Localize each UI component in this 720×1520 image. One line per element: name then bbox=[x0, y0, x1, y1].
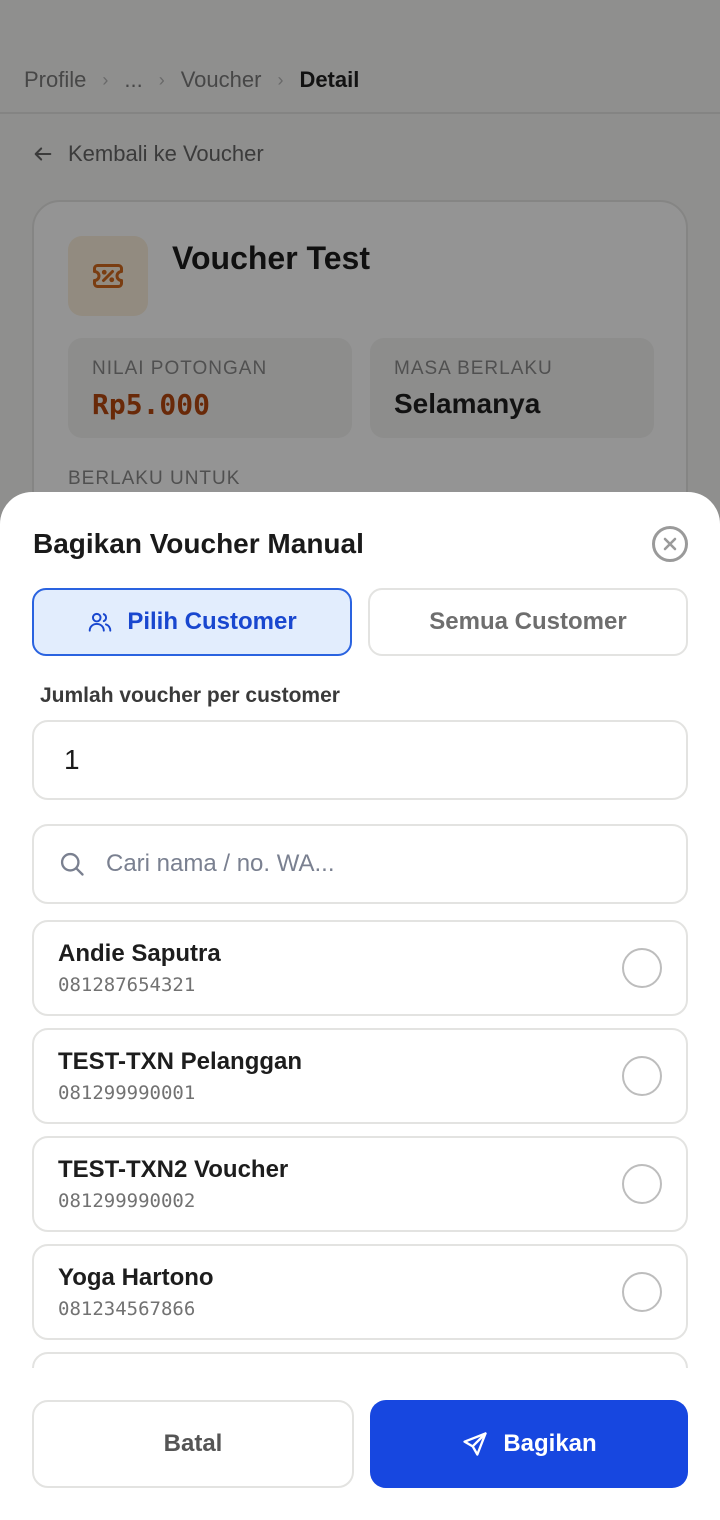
customer-list: Andie Saputra 081287654321 TEST-TXN Pela… bbox=[32, 920, 688, 1368]
share-button[interactable]: Bagikan bbox=[370, 1400, 688, 1488]
customer-select-radio[interactable] bbox=[622, 948, 662, 988]
customer-row[interactable] bbox=[32, 1352, 688, 1368]
share-voucher-sheet: Bagikan Voucher Manual Pilih Customer Se… bbox=[0, 492, 720, 1520]
quantity-input[interactable] bbox=[32, 720, 688, 800]
customer-row[interactable]: Andie Saputra 081287654321 bbox=[32, 920, 688, 1016]
quantity-label: Jumlah voucher per customer bbox=[40, 684, 340, 707]
customer-row[interactable]: Yoga Hartono 081234567866 bbox=[32, 1244, 688, 1340]
customer-row[interactable]: TEST-TXN Pelanggan 081299990001 bbox=[32, 1028, 688, 1124]
tab-pilih-customer[interactable]: Pilih Customer bbox=[32, 588, 352, 656]
customer-phone: 081234567866 bbox=[58, 1298, 196, 1320]
tab-semua-customer-label: Semua Customer bbox=[429, 608, 627, 635]
customer-name: Yoga Hartono bbox=[58, 1264, 214, 1291]
customer-row[interactable]: TEST-TXN2 Voucher 081299990002 bbox=[32, 1136, 688, 1232]
cancel-button-label: Batal bbox=[163, 1430, 223, 1457]
customer-list-viewport[interactable]: Andie Saputra 081287654321 TEST-TXN Pela… bbox=[0, 920, 720, 1368]
customer-select-radio[interactable] bbox=[622, 1164, 662, 1204]
tab-pilih-customer-label: Pilih Customer bbox=[127, 608, 297, 635]
customer-name: TEST-TXN2 Voucher bbox=[58, 1156, 289, 1183]
search-icon bbox=[60, 852, 84, 876]
customer-select-radio[interactable] bbox=[622, 1272, 662, 1312]
search-box[interactable] bbox=[32, 824, 688, 904]
tab-semua-customer[interactable]: Semua Customer bbox=[368, 588, 688, 656]
close-button[interactable] bbox=[652, 526, 688, 562]
share-button-label: Bagikan bbox=[503, 1430, 597, 1457]
customer-phone: 081299990002 bbox=[58, 1190, 196, 1212]
customer-phone: 081287654321 bbox=[58, 974, 196, 996]
customer-select-radio[interactable] bbox=[622, 1056, 662, 1096]
close-icon bbox=[663, 537, 677, 551]
users-icon bbox=[89, 612, 112, 632]
customer-phone: 081299990001 bbox=[58, 1082, 196, 1104]
cancel-button[interactable]: Batal bbox=[32, 1400, 354, 1488]
sheet-title: Bagikan Voucher Manual bbox=[33, 528, 364, 559]
customer-name: TEST-TXN Pelanggan bbox=[58, 1048, 303, 1075]
customer-name: Andie Saputra bbox=[58, 940, 221, 967]
search-input[interactable] bbox=[106, 850, 686, 878]
sheet-footer: Batal Bagikan bbox=[0, 1368, 720, 1520]
send-icon bbox=[463, 1432, 487, 1456]
